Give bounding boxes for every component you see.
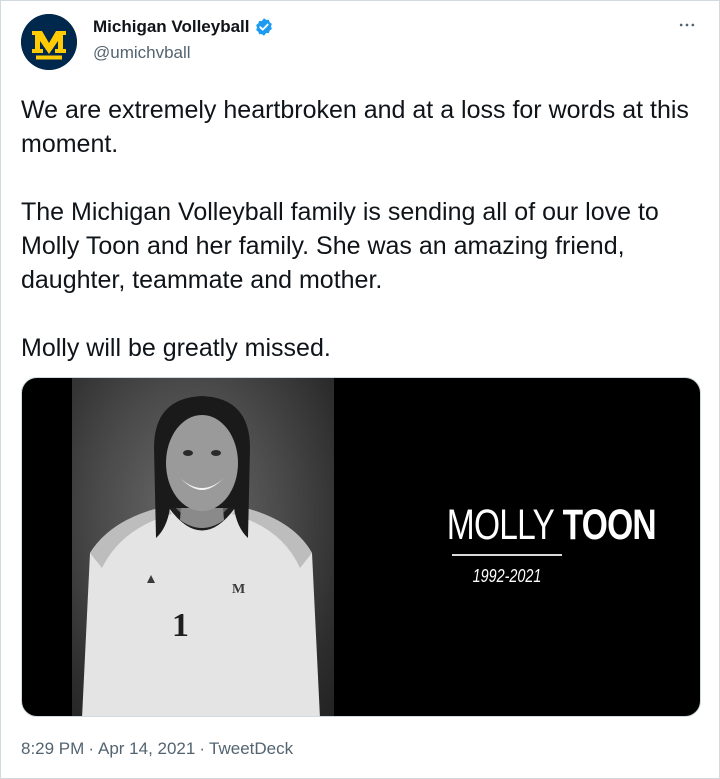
meta-separator: · xyxy=(88,739,94,758)
tweet-paragraph: The Michigan Volleyball family is sendin… xyxy=(21,198,659,294)
tweet-media-image[interactable]: 1 M MOLLY TOON 1992-2021 xyxy=(21,377,701,717)
memorial-last-name: TOON xyxy=(562,501,657,549)
user-handle[interactable]: @umichvball xyxy=(93,43,191,63)
jersey-logo: M xyxy=(232,582,245,597)
michigan-volleyball-logo-icon xyxy=(21,14,77,70)
display-name[interactable]: Michigan Volleyball xyxy=(93,17,250,37)
memorial-name: MOLLY TOON xyxy=(446,501,657,550)
meta-separator: · xyxy=(199,739,206,758)
memorial-divider xyxy=(452,554,562,556)
verified-badge-icon xyxy=(254,17,274,37)
memorial-first-name: MOLLY xyxy=(446,501,555,549)
tweet-card: Michigan Volleyball @umichvball We are e… xyxy=(0,0,720,779)
jersey-number: 1 xyxy=(172,607,189,644)
more-horizontal-icon[interactable] xyxy=(673,13,701,37)
tweet-paragraph: We are extremely heartbroken and at a lo… xyxy=(21,96,689,158)
tweet-paragraph: Molly will be greatly missed. xyxy=(21,334,331,362)
tweet-source[interactable]: TweetDeck xyxy=(209,739,293,758)
tweet-date[interactable]: Apr 14, 2021 xyxy=(98,739,195,758)
tweet-time[interactable]: 8:29 PM xyxy=(21,739,84,758)
tweet-text: We are extremely heartbroken and at a lo… xyxy=(21,93,701,365)
avatar[interactable] xyxy=(21,14,77,70)
memorial-years: 1992-2021 xyxy=(472,566,542,586)
tweet-meta: 8:29 PM · Apr 14, 2021 · TweetDeck xyxy=(21,739,293,759)
memorial-photo: 1 M xyxy=(72,378,334,716)
